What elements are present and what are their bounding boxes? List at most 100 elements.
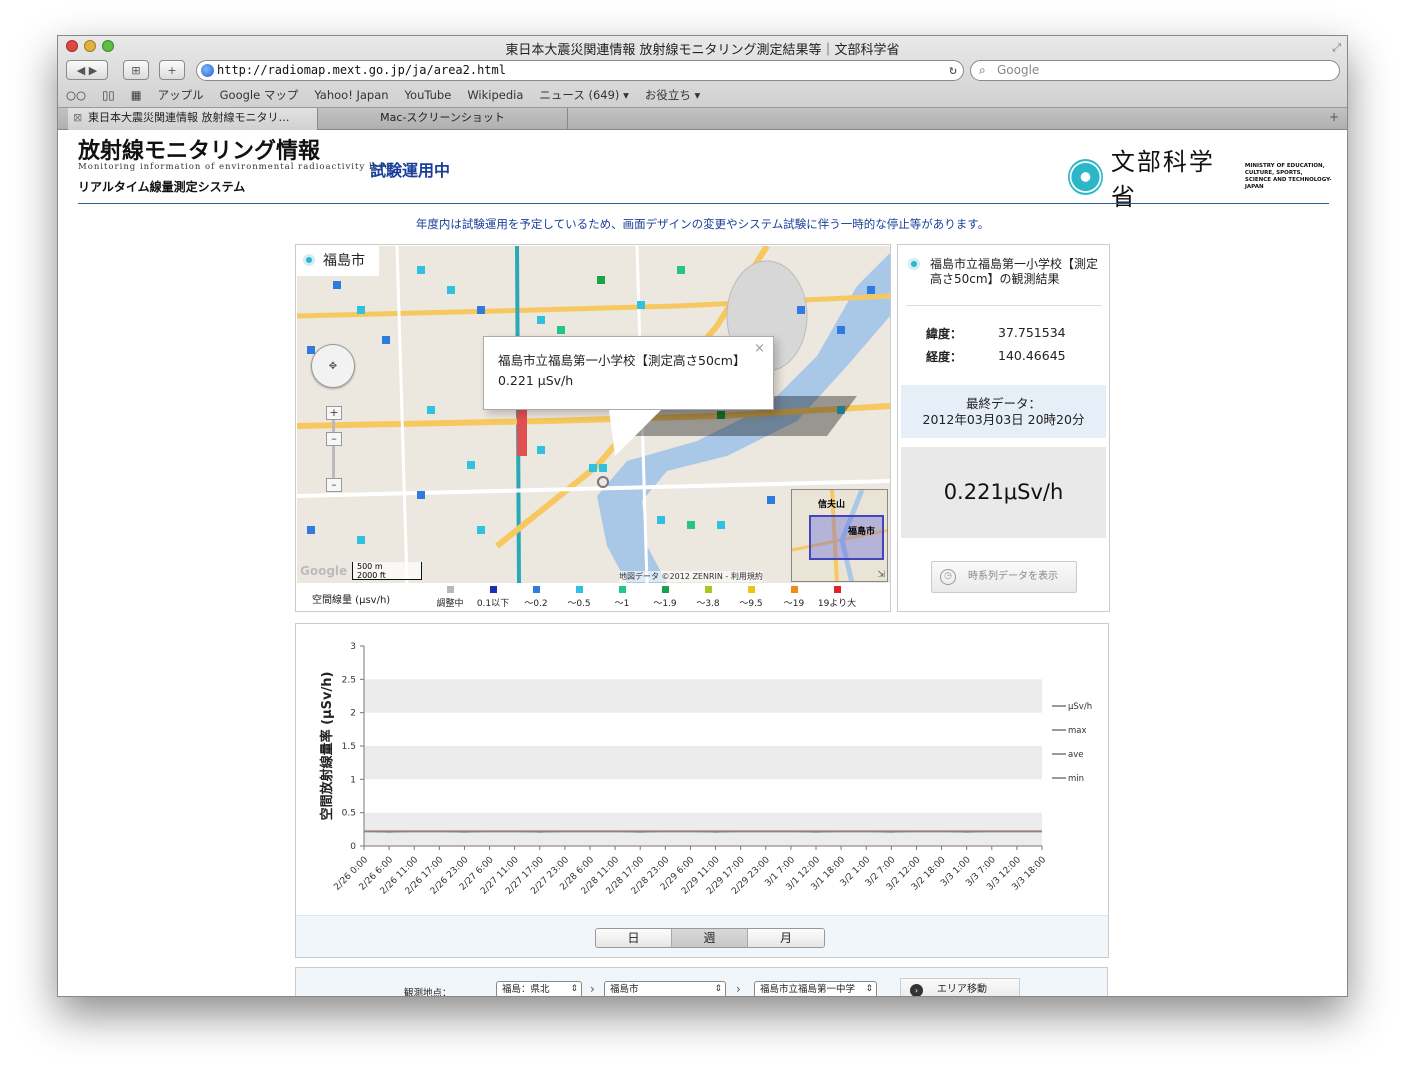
legend-entry: ave	[1068, 750, 1083, 760]
period-button[interactable]: 週	[672, 929, 748, 947]
current-dose-value: 0.221μSv/h	[901, 447, 1106, 538]
select-arrows-icon: ⇕	[714, 984, 722, 994]
new-tab-plus-icon[interactable]: +	[1329, 110, 1339, 124]
bookmark-item[interactable]: Google マップ	[220, 87, 299, 103]
google-logo[interactable]: Google	[300, 564, 347, 578]
overview-viewport[interactable]	[809, 515, 884, 560]
reading-list-icon[interactable]: ○○	[66, 88, 86, 102]
ministry-logo-block[interactable]: 文部科学省 MINISTRY OF EDUCATION, CULTURE, SP…	[1068, 142, 1347, 212]
web-page: 放射線モニタリング情報 Monitoring information of en…	[58, 130, 1347, 997]
legend-label: 〜9.5	[739, 599, 763, 609]
tab-bar: ⊠ 東日本大震災関連情報 放射線モニタリ… Mac-スクリーンショット +	[58, 107, 1347, 130]
ministry-en-line: MINISTRY OF EDUCATION,	[1244, 163, 1325, 169]
location-dot-icon	[908, 258, 920, 270]
legend-swatch	[618, 586, 626, 593]
area-move-button[interactable]: › エリア移動	[900, 978, 1020, 996]
chart-footer: 日週月	[296, 915, 1108, 957]
bookmark-item[interactable]: Yahoo! Japan	[314, 88, 388, 102]
ministry-emblem-icon	[1068, 159, 1103, 195]
collapse-overview-icon[interactable]: ⇲	[877, 570, 885, 580]
tab-label: Mac-スクリーンショット	[380, 111, 505, 124]
map-pan-control[interactable]: ✥	[311, 344, 355, 388]
tab-screenshot[interactable]: Mac-スクリーンショット	[318, 108, 568, 130]
y-tick-label: 1	[350, 775, 356, 785]
legend-label: 〜0.2	[524, 599, 548, 609]
back-forward-buttons[interactable]: ◀ ▶	[66, 60, 108, 80]
prefecture-select[interactable]: 福島：県北 ⇕	[496, 981, 582, 996]
system-name: リアルタイム線量測定システム	[78, 180, 246, 194]
chart-panel: 0 0.5 1 1.5 2 2.5 3 2/26 0:00 2/26 6:00 2/26 11:0…	[295, 623, 1109, 958]
ministry-en-line: SCIENCE AND TECHNOLOGY-JAPAN	[1244, 177, 1332, 190]
window-title: 東日本大震災関連情報 放射線モニタリング測定結果等｜文部科学省	[505, 43, 900, 58]
arrow-right-circle-icon: ›	[910, 984, 923, 996]
select-arrows-icon: ⇕	[865, 984, 873, 994]
trial-badge: 試験運用中	[370, 161, 451, 180]
url-text: http://radiomap.mext.go.jp/ja/area2.html	[217, 63, 506, 77]
bookmark-item[interactable]: YouTube	[405, 88, 452, 102]
chevron-right-icon: ›	[736, 982, 741, 996]
city-select[interactable]: 福島市 ⇕	[604, 981, 726, 996]
map-credit[interactable]: 地図データ ©2012 ZENRIN - 利用規約	[619, 571, 763, 582]
legend-item: 〜1.9	[643, 586, 687, 609]
add-bookmark-icon[interactable]: ⊞	[123, 60, 149, 80]
legend-item: 〜0.2	[514, 586, 558, 609]
search-placeholder: Google	[997, 63, 1040, 77]
legend-label: 〜3.8	[696, 599, 720, 609]
legend-label: 〜0.5	[567, 599, 591, 609]
area-move-label: エリア移動	[937, 984, 987, 995]
bookmark-item[interactable]: アップル	[158, 87, 204, 103]
bookmark-item[interactable]: お役立ち ▾	[645, 87, 700, 103]
legend-label: 〜1.9	[653, 599, 677, 609]
scale-imperial: 2000 ft	[357, 571, 386, 580]
zoom-out-button[interactable]: –	[326, 478, 342, 492]
top-sites-icon[interactable]: ▦	[131, 88, 142, 102]
legend-label: 調整中	[436, 599, 464, 609]
search-field[interactable]: ⌕ Google	[970, 60, 1340, 81]
map-canvas[interactable]: 福島市 ✥ + – – × 福島市立福島第一小学校【測定高さ50cm】 0.22…	[297, 246, 890, 583]
station-label: 観測地点：	[404, 988, 452, 997]
fullscreen-icon[interactable]: ⤢	[1332, 41, 1341, 55]
legend-entry: max	[1068, 726, 1087, 736]
ministry-en-line: CULTURE, SPORTS,	[1244, 170, 1303, 176]
legend-swatch	[747, 586, 755, 593]
y-tick-label: 3	[350, 642, 356, 652]
globe-icon	[201, 64, 214, 77]
close-tab-icon[interactable]: ⊠	[73, 108, 82, 128]
search-icon: ⌕	[979, 63, 986, 77]
overview-map[interactable]: 信夫山 福島市 ⇲	[791, 489, 888, 582]
legend-item: 〜9.5	[729, 586, 773, 609]
popup-tail	[609, 410, 661, 456]
zoom-in-button[interactable]: +	[326, 406, 342, 420]
show-timeseries-button[interactable]: ◷ 時系列データを表示	[931, 561, 1077, 593]
site-title: 放射線モニタリング情報	[78, 138, 321, 164]
grid-band	[364, 812, 1042, 846]
legend-item: 調整中	[428, 586, 472, 609]
legend-label: 19より大	[817, 599, 857, 609]
trial-notice: 年度内は試験運用を予定しているため、画面デザインの変更やシステム試験に伴う一時的…	[415, 217, 990, 231]
show-timeseries-label: 時系列データを表示	[968, 571, 1058, 582]
legend-swatch	[661, 586, 669, 593]
bookmark-item[interactable]: ニュース (649) ▾	[539, 87, 628, 103]
legend-label: 〜1	[614, 599, 630, 609]
station-selector-bar: 観測地点： 福島：県北 ⇕ › 福島市 ⇕ › 福島市立福島第一中学 ⇕ › エ…	[295, 967, 1108, 997]
period-button[interactable]: 月	[748, 929, 824, 947]
bookmarks-icon[interactable]: ▯▯	[102, 88, 115, 102]
site-value: 福島市立福島第一中学	[760, 984, 856, 995]
zoom-slider-handle[interactable]: –	[326, 432, 342, 446]
latitude-label: 緯度：	[926, 327, 963, 341]
popup-station-name: 福島市立福島第一小学校【測定高さ50cm】	[498, 353, 746, 368]
period-button[interactable]: 日	[596, 929, 672, 947]
reload-icon[interactable]: ↻	[949, 61, 957, 80]
location-dot-icon	[303, 254, 315, 266]
popup-close-icon[interactable]: ×	[754, 339, 765, 359]
station-info-panel: 福島市立福島第一小学校【測定高さ50cm】の観測結果 緯度： 37.751534…	[897, 244, 1110, 612]
info-divider	[906, 305, 1102, 306]
new-tab-icon[interactable]: +	[159, 60, 185, 80]
bookmark-item[interactable]: Wikipedia	[467, 88, 523, 102]
legend-item: 〜3.8	[686, 586, 730, 609]
site-select[interactable]: 福島市立福島第一中学 ⇕	[754, 981, 877, 996]
clock-icon: ◷	[940, 569, 956, 585]
tab-radiomap[interactable]: ⊠ 東日本大震災関連情報 放射線モニタリ…	[68, 108, 318, 130]
legend-swatch	[446, 586, 454, 593]
url-bar[interactable]: http://radiomap.mext.go.jp/ja/area2.html…	[196, 60, 964, 81]
